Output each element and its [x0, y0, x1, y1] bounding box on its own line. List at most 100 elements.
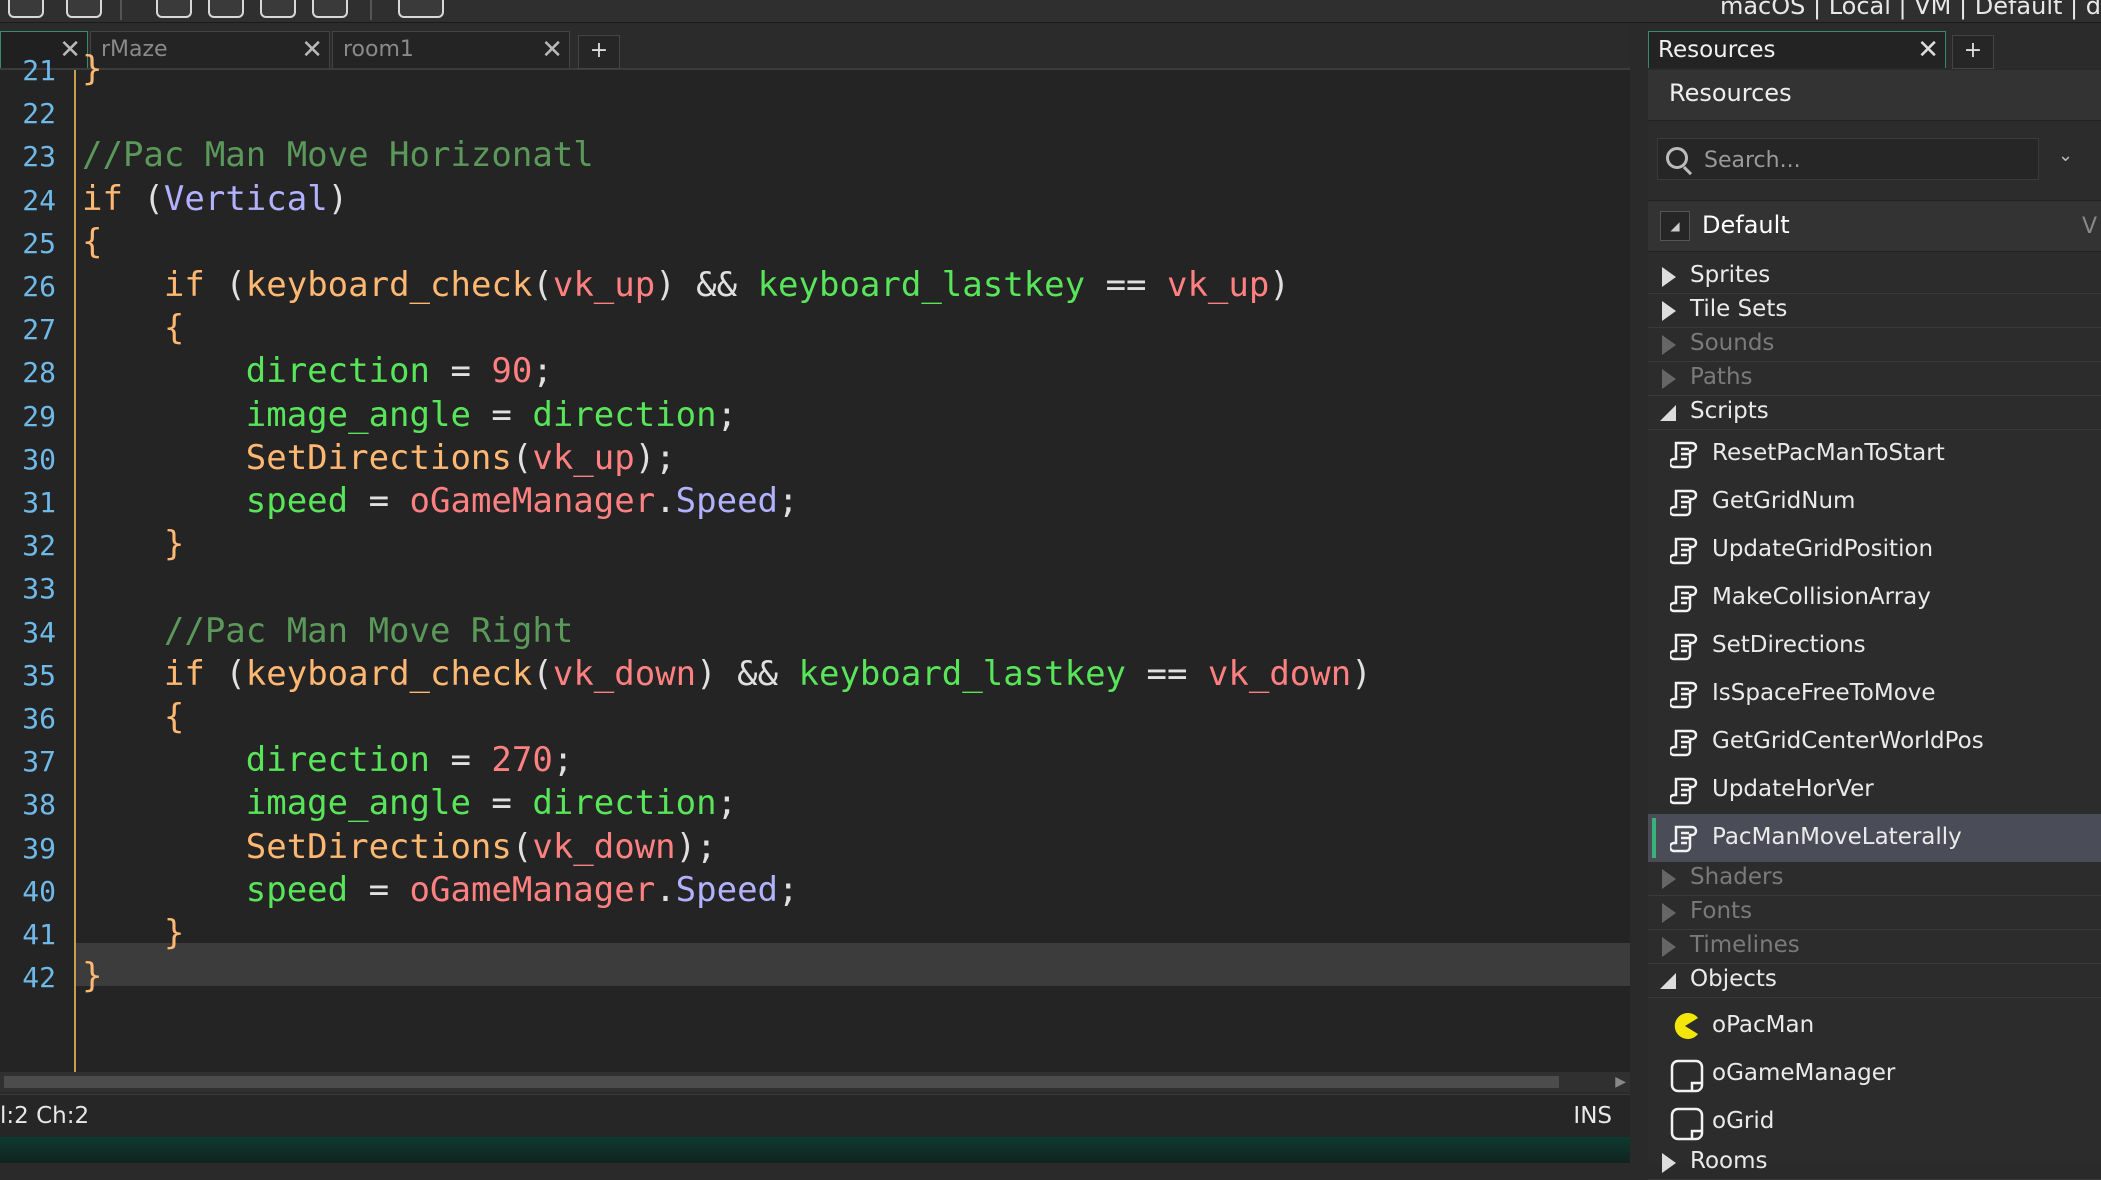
- tree-item[interactable]: MakeCollisionArray: [1648, 574, 2101, 622]
- target-status[interactable]: macOS | Local | VM | Default | d: [1720, 0, 2101, 20]
- tree-item[interactable]: ResetPacManToStart: [1648, 430, 2101, 478]
- close-icon[interactable]: ✕: [59, 32, 81, 68]
- line-number: 27: [22, 313, 56, 346]
- code-line[interactable]: direction = 90;: [82, 350, 553, 393]
- search-input[interactable]: [1702, 144, 2036, 176]
- code-token: if: [163, 265, 205, 305]
- code-line[interactable]: }: [82, 955, 102, 998]
- collapsed-arrow-icon[interactable]: [1662, 301, 1676, 321]
- code-line[interactable]: {: [82, 307, 184, 350]
- code-token: (: [532, 654, 553, 694]
- close-icon[interactable]: ✕: [1917, 32, 1939, 68]
- tree-category[interactable]: Tile Sets: [1648, 294, 2101, 328]
- code-line[interactable]: image_angle = direction;: [82, 782, 737, 825]
- tree-category[interactable]: Timelines: [1648, 930, 2101, 964]
- code-line[interactable]: }: [82, 48, 102, 91]
- category-label: Tile Sets: [1690, 296, 1788, 322]
- code-editor[interactable]: 21 22 23 24 25 26 27 28 29 30 31 32 33 34 35 36 37 38 39 40…: [0, 49, 1630, 1072]
- zoom-out-icon[interactable]: [156, 0, 192, 18]
- scroll-right-icon[interactable]: ▶: [1615, 1074, 1626, 1090]
- tab-room1[interactable]: room1 ✕: [332, 31, 570, 68]
- code-line[interactable]: direction = 270;: [82, 739, 574, 782]
- tree-category[interactable]: Sounds: [1648, 328, 2101, 362]
- search-box[interactable]: [1657, 138, 2039, 180]
- tree-category[interactable]: Paths: [1648, 362, 2101, 396]
- tree-item[interactable]: oPacMan: [1648, 1002, 2101, 1050]
- close-icon[interactable]: ✕: [541, 32, 563, 68]
- code-token: //Pac Man Move Right: [163, 611, 574, 651]
- tree-item[interactable]: SetDirections: [1648, 622, 2101, 670]
- tree-category[interactable]: Sprites: [1648, 260, 2101, 294]
- add-tab-button[interactable]: +: [1952, 35, 1994, 69]
- expanded-arrow-icon[interactable]: [1660, 973, 1676, 989]
- code-line[interactable]: speed = oGameManager.Speed;: [82, 869, 799, 912]
- tree-category[interactable]: Scripts: [1648, 396, 2101, 430]
- code-line[interactable]: {: [82, 221, 102, 264]
- close-icon[interactable]: ✕: [301, 32, 323, 68]
- zoom-reset-icon[interactable]: [208, 0, 244, 18]
- resource-group[interactable]: ◢ Default V: [1648, 200, 2101, 252]
- script-icon: [1668, 679, 1700, 709]
- code-token: keyboard_lastkey: [757, 265, 1086, 305]
- line-number: 23: [22, 140, 56, 173]
- zoom-in-icon[interactable]: [260, 0, 296, 18]
- collapsed-arrow-icon[interactable]: [1662, 335, 1676, 355]
- output-icon[interactable]: [398, 0, 444, 18]
- tree-item[interactable]: oGameManager: [1648, 1050, 2101, 1098]
- tree-category[interactable]: Objects: [1648, 964, 2101, 998]
- collapsed-arrow-icon[interactable]: [1662, 1153, 1676, 1173]
- tab-resources[interactable]: Resources ✕: [1648, 31, 1946, 68]
- horizontal-scrollbar[interactable]: ▶: [0, 1072, 1630, 1092]
- divider: [1648, 997, 2101, 998]
- code-line[interactable]: //Pac Man Move Horizonatl: [82, 134, 594, 177]
- tree-item[interactable]: PacManMoveLaterally: [1648, 814, 2101, 862]
- code-token: .: [655, 481, 676, 521]
- tree-category[interactable]: Shaders: [1648, 862, 2101, 896]
- code-line[interactable]: }: [82, 523, 184, 566]
- expanded-arrow-icon[interactable]: [1660, 405, 1676, 421]
- code-line[interactable]: if (keyboard_check(vk_up) && keyboard_la…: [82, 264, 1290, 307]
- toolbar-separator: [370, 0, 372, 20]
- tree-item[interactable]: GetGridNum: [1648, 478, 2101, 526]
- code-token: =: [348, 481, 410, 521]
- tree-item[interactable]: oGrid: [1648, 1098, 2101, 1146]
- game-options-icon[interactable]: [312, 0, 348, 18]
- code-token: ;: [778, 481, 799, 521]
- tree-category[interactable]: Rooms: [1648, 1146, 2101, 1180]
- settings-icon[interactable]: [8, 0, 44, 18]
- category-label: Sprites: [1690, 262, 1771, 288]
- tree-item[interactable]: UpdateHorVer: [1648, 766, 2101, 814]
- code-token: oGameManager: [409, 870, 656, 910]
- code-line[interactable]: SetDirections(vk_up);: [82, 437, 676, 480]
- info-icon[interactable]: [66, 0, 102, 18]
- code-line[interactable]: SetDirections(vk_down);: [82, 826, 717, 869]
- collapsed-arrow-icon[interactable]: [1662, 369, 1676, 389]
- collapsed-arrow-icon[interactable]: [1662, 869, 1676, 889]
- code-line[interactable]: speed = oGameManager.Speed;: [82, 480, 799, 523]
- code-token: ==: [1085, 265, 1167, 305]
- code-line[interactable]: if (keyboard_check(vk_down) && keyboard_…: [82, 653, 1372, 696]
- tree-item[interactable]: UpdateGridPosition: [1648, 526, 2101, 574]
- add-tab-button[interactable]: +: [578, 35, 620, 69]
- tree-item[interactable]: GetGridCenterWorldPos: [1648, 718, 2101, 766]
- item-label: MakeCollisionArray: [1712, 584, 1931, 610]
- code-line[interactable]: if (Vertical): [82, 178, 348, 221]
- code-line[interactable]: {: [82, 696, 184, 739]
- panel-splitter[interactable]: [1630, 23, 1648, 1163]
- code-line[interactable]: //Pac Man Move Right: [82, 610, 573, 653]
- code-line[interactable]: image_angle = direction;: [82, 394, 737, 437]
- tree-item[interactable]: IsSpaceFreeToMove: [1648, 670, 2101, 718]
- code-line[interactable]: }: [82, 912, 184, 955]
- collapsed-arrow-icon[interactable]: [1662, 903, 1676, 923]
- collapsed-arrow-icon[interactable]: [1662, 267, 1676, 287]
- code-token: vk_down: [532, 827, 676, 867]
- collapsed-arrow-icon[interactable]: [1662, 937, 1676, 957]
- tab-rmaze[interactable]: rMaze ✕: [90, 31, 330, 68]
- scrollbar-thumb[interactable]: [4, 1076, 1559, 1088]
- tree-category[interactable]: Fonts: [1648, 896, 2101, 930]
- insert-mode-indicator[interactable]: INS: [1573, 1103, 1612, 1129]
- chevron-down-icon[interactable]: ⌄: [2058, 145, 2073, 166]
